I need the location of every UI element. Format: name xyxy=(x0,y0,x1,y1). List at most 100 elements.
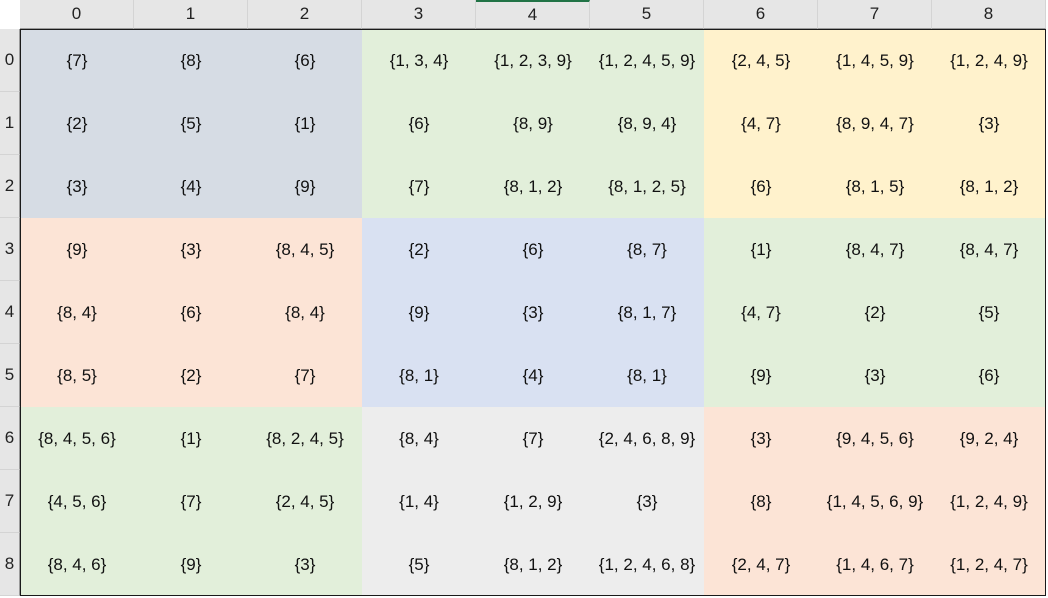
cell-r0-c6[interactable]: {2, 4, 5} xyxy=(704,29,818,92)
cell-r7-c1[interactable]: {7} xyxy=(134,470,248,533)
cell-r1-c5[interactable]: {8, 9, 4} xyxy=(590,92,704,155)
cell-r3-c8[interactable]: {8, 4, 7} xyxy=(932,218,1046,281)
cell-r4-c1[interactable]: {6} xyxy=(134,281,248,344)
row-header-0[interactable]: 0 xyxy=(0,29,20,92)
cell-r1-c3[interactable]: {6} xyxy=(362,92,476,155)
cell-r7-c5[interactable]: {3} xyxy=(590,470,704,533)
cell-r7-c6[interactable]: {8} xyxy=(704,470,818,533)
cell-r1-c0[interactable]: {2} xyxy=(20,92,134,155)
row-header-3[interactable]: 3 xyxy=(0,218,20,281)
select-all-corner[interactable] xyxy=(0,0,20,29)
cell-r0-c7[interactable]: {1, 4, 5, 9} xyxy=(818,29,932,92)
cell-r2-c4[interactable]: {8, 1, 2} xyxy=(476,155,590,218)
row-header-6[interactable]: 6 xyxy=(0,407,20,470)
cell-r3-c5[interactable]: {8, 7} xyxy=(590,218,704,281)
row-header-2[interactable]: 2 xyxy=(0,155,20,218)
column-header-8[interactable]: 8 xyxy=(932,0,1046,29)
cell-r6-c5[interactable]: {2, 4, 6, 8, 9} xyxy=(590,407,704,470)
cell-r4-c6[interactable]: {4, 7} xyxy=(704,281,818,344)
row-header-1[interactable]: 1 xyxy=(0,92,20,155)
cell-r3-c3[interactable]: {2} xyxy=(362,218,476,281)
cell-r3-c6[interactable]: {1} xyxy=(704,218,818,281)
cell-r4-c0[interactable]: {8, 4} xyxy=(20,281,134,344)
cell-r1-c6[interactable]: {4, 7} xyxy=(704,92,818,155)
cell-r8-c5[interactable]: {1, 2, 4, 6, 8} xyxy=(590,533,704,596)
cell-r2-c8[interactable]: {8, 1, 2} xyxy=(932,155,1046,218)
cell-r0-c3[interactable]: {1, 3, 4} xyxy=(362,29,476,92)
cell-r0-c2[interactable]: {6} xyxy=(248,29,362,92)
cell-r5-c6[interactable]: {9} xyxy=(704,344,818,407)
column-header-2[interactable]: 2 xyxy=(248,0,362,29)
cell-r4-c2[interactable]: {8, 4} xyxy=(248,281,362,344)
cell-r7-c8[interactable]: {1, 2, 4, 9} xyxy=(932,470,1046,533)
cell-r4-c5[interactable]: {8, 1, 7} xyxy=(590,281,704,344)
cell-r0-c5[interactable]: {1, 2, 4, 5, 9} xyxy=(590,29,704,92)
cell-r0-c4[interactable]: {1, 2, 3, 9} xyxy=(476,29,590,92)
cell-r0-c8[interactable]: {1, 2, 4, 9} xyxy=(932,29,1046,92)
cell-r5-c0[interactable]: {8, 5} xyxy=(20,344,134,407)
cell-r8-c4[interactable]: {8, 1, 2} xyxy=(476,533,590,596)
cell-r5-c7[interactable]: {3} xyxy=(818,344,932,407)
row-header-8[interactable]: 8 xyxy=(0,533,20,596)
cell-r5-c8[interactable]: {6} xyxy=(932,344,1046,407)
cell-r6-c2[interactable]: {8, 2, 4, 5} xyxy=(248,407,362,470)
cell-r5-c3[interactable]: {8, 1} xyxy=(362,344,476,407)
cell-r6-c7[interactable]: {9, 4, 5, 6} xyxy=(818,407,932,470)
cell-r6-c6[interactable]: {3} xyxy=(704,407,818,470)
cell-r6-c4[interactable]: {7} xyxy=(476,407,590,470)
cell-r0-c0[interactable]: {7} xyxy=(20,29,134,92)
cell-r2-c2[interactable]: {9} xyxy=(248,155,362,218)
cell-r2-c0[interactable]: {3} xyxy=(20,155,134,218)
cell-r4-c4[interactable]: {3} xyxy=(476,281,590,344)
cell-r8-c7[interactable]: {1, 4, 6, 7} xyxy=(818,533,932,596)
cell-r7-c2[interactable]: {2, 4, 5} xyxy=(248,470,362,533)
cell-r2-c1[interactable]: {4} xyxy=(134,155,248,218)
cell-r8-c1[interactable]: {9} xyxy=(134,533,248,596)
cell-r0-c1[interactable]: {8} xyxy=(134,29,248,92)
cell-r1-c7[interactable]: {8, 9, 4, 7} xyxy=(818,92,932,155)
cell-r1-c8[interactable]: {3} xyxy=(932,92,1046,155)
cell-r2-c3[interactable]: {7} xyxy=(362,155,476,218)
cell-r8-c6[interactable]: {2, 4, 7} xyxy=(704,533,818,596)
cell-r8-c8[interactable]: {1, 2, 4, 7} xyxy=(932,533,1046,596)
column-header-6[interactable]: 6 xyxy=(704,0,818,29)
row-header-4[interactable]: 4 xyxy=(0,281,20,344)
cell-r6-c1[interactable]: {1} xyxy=(134,407,248,470)
cell-r3-c7[interactable]: {8, 4, 7} xyxy=(818,218,932,281)
cell-r6-c3[interactable]: {8, 4} xyxy=(362,407,476,470)
cell-r1-c1[interactable]: {5} xyxy=(134,92,248,155)
cell-r6-c8[interactable]: {9, 2, 4} xyxy=(932,407,1046,470)
cell-r3-c4[interactable]: {6} xyxy=(476,218,590,281)
cell-r8-c2[interactable]: {3} xyxy=(248,533,362,596)
row-header-7[interactable]: 7 xyxy=(0,470,20,533)
column-header-3[interactable]: 3 xyxy=(362,0,476,29)
cell-r5-c1[interactable]: {2} xyxy=(134,344,248,407)
cell-r1-c4[interactable]: {8, 9} xyxy=(476,92,590,155)
cell-r1-c2[interactable]: {1} xyxy=(248,92,362,155)
cell-r3-c0[interactable]: {9} xyxy=(20,218,134,281)
cell-r7-c0[interactable]: {4, 5, 6} xyxy=(20,470,134,533)
cell-r8-c3[interactable]: {5} xyxy=(362,533,476,596)
cell-r2-c7[interactable]: {8, 1, 5} xyxy=(818,155,932,218)
cell-r8-c0[interactable]: {8, 4, 6} xyxy=(20,533,134,596)
column-header-0[interactable]: 0 xyxy=(20,0,134,29)
column-header-5[interactable]: 5 xyxy=(590,0,704,29)
cell-r5-c5[interactable]: {8, 1} xyxy=(590,344,704,407)
cell-r6-c0[interactable]: {8, 4, 5, 6} xyxy=(20,407,134,470)
cell-r4-c7[interactable]: {2} xyxy=(818,281,932,344)
cell-r3-c2[interactable]: {8, 4, 5} xyxy=(248,218,362,281)
cell-r2-c5[interactable]: {8, 1, 2, 5} xyxy=(590,155,704,218)
column-header-4[interactable]: 4 xyxy=(476,0,590,29)
cell-r2-c6[interactable]: {6} xyxy=(704,155,818,218)
cell-r7-c7[interactable]: {1, 4, 5, 6, 9} xyxy=(818,470,932,533)
cell-r3-c1[interactable]: {3} xyxy=(134,218,248,281)
cell-r7-c3[interactable]: {1, 4} xyxy=(362,470,476,533)
cell-r4-c3[interactable]: {9} xyxy=(362,281,476,344)
cell-r7-c4[interactable]: {1, 2, 9} xyxy=(476,470,590,533)
cell-r5-c4[interactable]: {4} xyxy=(476,344,590,407)
row-header-5[interactable]: 5 xyxy=(0,344,20,407)
column-header-1[interactable]: 1 xyxy=(134,0,248,29)
cell-r5-c2[interactable]: {7} xyxy=(248,344,362,407)
cell-r4-c8[interactable]: {5} xyxy=(932,281,1046,344)
column-header-7[interactable]: 7 xyxy=(818,0,932,29)
